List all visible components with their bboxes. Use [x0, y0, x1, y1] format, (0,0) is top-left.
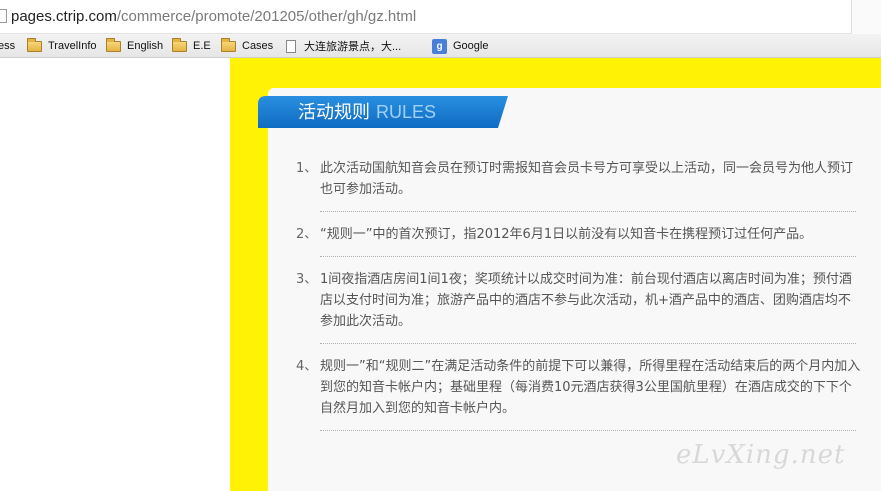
rules-header-ribbon: 活动规则 RULES	[258, 96, 508, 128]
page-icon	[0, 9, 7, 23]
divider	[320, 256, 856, 257]
rules-title-en: RULES	[376, 102, 437, 122]
bookmark-label: English	[127, 40, 164, 52]
rule-item: 3、 1间夜指酒店房间1间1夜；奖项统计以成交时间为准：前台现付酒店以离店时间为…	[296, 269, 861, 332]
rule-number: 4、	[296, 359, 318, 374]
rule-number: 3、	[296, 272, 318, 287]
url-text[interactable]: pages.ctrip.com/commerce/promote/201205/…	[11, 8, 416, 25]
bookmark-ee[interactable]: E.E	[172, 37, 211, 55]
address-bar[interactable]: pages.ctrip.com/commerce/promote/201205/…	[0, 0, 881, 34]
bookmark-dalian[interactable]: 大连旅游景点，大...	[286, 37, 401, 55]
rule-item: 2、 “规则一”中的首次预订，指2012年6月1日以前没有以知音卡在携程预订过任…	[296, 224, 861, 245]
google-icon: g	[432, 38, 447, 54]
bookmark-label: ess	[0, 40, 16, 52]
rule-text: 1间夜指酒店房间1间1夜；奖项统计以成交时间为准：前台现付酒店以离店时间为准；预…	[320, 272, 852, 329]
page-icon	[286, 39, 296, 53]
rule-number: 1、	[296, 161, 318, 176]
bookmark-label: TravelInfo	[48, 40, 97, 52]
bookmark-item[interactable]: ess	[0, 37, 15, 55]
bookmark-cases[interactable]: Cases	[221, 37, 273, 55]
bookmark-label: 大连旅游景点，大...	[304, 41, 402, 53]
divider	[320, 430, 856, 431]
toolbar-edge	[851, 0, 881, 34]
folder-icon	[221, 37, 236, 52]
bookmark-travelinfo[interactable]: TravelInfo	[27, 37, 97, 55]
rule-text: “规则一”中的首次预订，指2012年6月1日以前没有以知音卡在携程预订过任何产品…	[320, 227, 813, 242]
rules-title-cn: 活动规则	[298, 102, 370, 123]
folder-icon	[27, 37, 42, 52]
divider	[320, 343, 856, 344]
bookmark-label: E.E	[193, 40, 211, 52]
rules-list: 1、 此次活动国航知音会员在预订时需报知音会员卡号方可享受以上活动，同一会员号为…	[296, 158, 861, 443]
rule-item: 1、 此次活动国航知音会员在预订时需报知音会员卡号方可享受以上活动，同一会员号为…	[296, 158, 861, 200]
rule-number: 2、	[296, 227, 318, 242]
folder-icon	[106, 37, 121, 52]
bookmark-english[interactable]: English	[106, 37, 163, 55]
watermark: eLvXing.net	[676, 440, 846, 470]
divider	[320, 211, 856, 212]
rule-text: 规则一”和“规则二”在满足活动条件的前提下可以兼得，所得里程在活动结束后的两个月…	[320, 359, 861, 416]
url-path: /commerce/promote/201205/other/gh/gz.htm…	[116, 8, 417, 25]
bookmark-label: Cases	[242, 40, 274, 52]
folder-icon	[172, 37, 187, 52]
rule-text: 此次活动国航知音会员在预订时需报知音会员卡号方可享受以上活动，同一会员号为他人预…	[320, 161, 854, 197]
url-host: pages.ctrip.com	[11, 8, 117, 25]
rules-title: 活动规则 RULES	[298, 96, 436, 128]
bookmark-google[interactable]: g Google	[432, 37, 488, 55]
bookmarks-bar: ess TravelInfo English E.E Cases 大连旅游景点，…	[0, 34, 881, 58]
bookmark-label: Google	[453, 40, 489, 52]
rule-item: 4、 规则一”和“规则二”在满足活动条件的前提下可以兼得，所得里程在活动结束后的…	[296, 356, 861, 419]
